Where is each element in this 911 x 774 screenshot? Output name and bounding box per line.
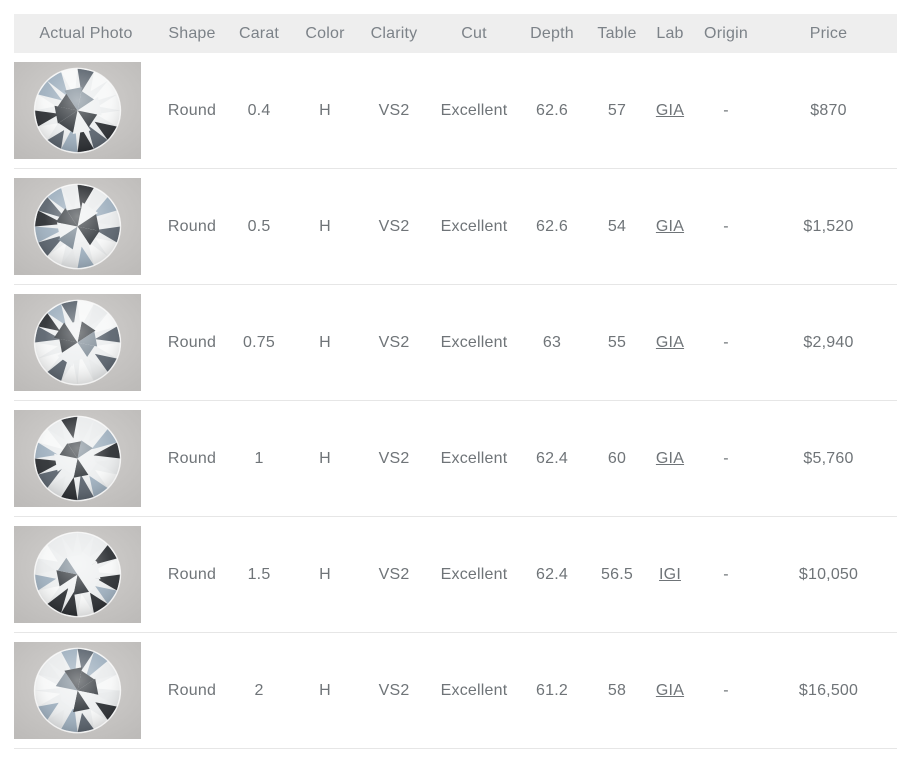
cell-clarity: VS2 xyxy=(358,633,430,749)
cell-cut: Excellent xyxy=(430,633,518,749)
column-header-photo: Actual Photo xyxy=(14,14,158,53)
cell-shape: Round xyxy=(158,401,226,517)
cell-shape: Round xyxy=(158,169,226,285)
lab-certificate-link[interactable]: GIA xyxy=(656,102,684,119)
cell-origin: - xyxy=(692,401,760,517)
cell-depth: 62.4 xyxy=(518,401,586,517)
cell-color: H xyxy=(292,517,358,633)
cell-photo[interactable] xyxy=(14,517,158,633)
cell-photo[interactable] xyxy=(14,401,158,517)
diamond-photo-thumbnail[interactable] xyxy=(14,178,141,275)
column-header-lab: Lab xyxy=(648,14,692,53)
diamond-photo-thumbnail[interactable] xyxy=(14,526,141,623)
cell-cut: Excellent xyxy=(430,169,518,285)
table-header: Actual Photo Shape Carat Color Clarity C… xyxy=(14,14,897,53)
cell-color: H xyxy=(292,401,358,517)
table-row[interactable]: Round1.5HVS2Excellent62.456.5 IGI-$10,050 xyxy=(14,517,897,633)
cell-price: $10,050 xyxy=(760,517,897,633)
diamond-photo-thumbnail[interactable] xyxy=(14,294,141,391)
column-header-color: Color xyxy=(292,14,358,53)
lab-certificate-link[interactable]: GIA xyxy=(656,682,684,699)
cell-photo[interactable] xyxy=(14,169,158,285)
header-row: Actual Photo Shape Carat Color Clarity C… xyxy=(14,14,897,53)
cell-depth: 62.6 xyxy=(518,53,586,169)
column-header-clarity: Clarity xyxy=(358,14,430,53)
cell-table: 60 xyxy=(586,401,648,517)
cell-price: $16,500 xyxy=(760,633,897,749)
table-row[interactable]: Round1HVS2Excellent62.460 GIA-$5,760 xyxy=(14,401,897,517)
cell-price: $5,760 xyxy=(760,401,897,517)
column-header-table: Table xyxy=(586,14,648,53)
cell-shape: Round xyxy=(158,285,226,401)
table-row[interactable]: Round0.5HVS2Excellent62.654 GIA-$1,520 xyxy=(14,169,897,285)
cell-photo[interactable] xyxy=(14,633,158,749)
cell-carat: 2 xyxy=(226,633,292,749)
cell-clarity: VS2 xyxy=(358,517,430,633)
cell-shape: Round xyxy=(158,53,226,169)
cell-carat: 0.75 xyxy=(226,285,292,401)
column-header-cut: Cut xyxy=(430,14,518,53)
cell-price: $2,940 xyxy=(760,285,897,401)
table-row[interactable]: Round0.4HVS2Excellent62.657 GIA-$870 xyxy=(14,53,897,169)
cell-color: H xyxy=(292,53,358,169)
cell-origin: - xyxy=(692,633,760,749)
cell-photo[interactable] xyxy=(14,53,158,169)
cell-origin: - xyxy=(692,169,760,285)
cell-lab[interactable]: GIA xyxy=(648,401,692,517)
cell-lab[interactable]: GIA xyxy=(648,285,692,401)
cell-shape: Round xyxy=(158,633,226,749)
cell-lab[interactable]: GIA xyxy=(648,53,692,169)
cell-depth: 62.4 xyxy=(518,517,586,633)
cell-color: H xyxy=(292,285,358,401)
cell-clarity: VS2 xyxy=(358,169,430,285)
diamond-photo-thumbnail[interactable] xyxy=(14,642,141,739)
cell-lab[interactable]: GIA xyxy=(648,633,692,749)
cell-carat: 1 xyxy=(226,401,292,517)
column-header-price: Price xyxy=(760,14,897,53)
column-header-origin: Origin xyxy=(692,14,760,53)
cell-clarity: VS2 xyxy=(358,285,430,401)
cell-cut: Excellent xyxy=(430,517,518,633)
cell-carat: 0.4 xyxy=(226,53,292,169)
cell-table: 56.5 xyxy=(586,517,648,633)
cell-depth: 62.6 xyxy=(518,169,586,285)
cell-clarity: VS2 xyxy=(358,53,430,169)
column-header-carat: Carat xyxy=(226,14,292,53)
cell-shape: Round xyxy=(158,517,226,633)
cell-lab[interactable]: GIA xyxy=(648,169,692,285)
cell-cut: Excellent xyxy=(430,53,518,169)
table-row[interactable]: Round2HVS2Excellent61.258 GIA-$16,500 xyxy=(14,633,897,749)
cell-table: 57 xyxy=(586,53,648,169)
cell-carat: 0.5 xyxy=(226,169,292,285)
cell-depth: 61.2 xyxy=(518,633,586,749)
table-body: Round0.4HVS2Excellent62.657GIA-$870 Roun… xyxy=(14,53,897,749)
diamond-comparison-table: Actual Photo Shape Carat Color Clarity C… xyxy=(14,14,897,749)
lab-certificate-link[interactable]: GIA xyxy=(656,334,684,351)
cell-table: 55 xyxy=(586,285,648,401)
diamond-photo-thumbnail[interactable] xyxy=(14,410,141,507)
cell-clarity: VS2 xyxy=(358,401,430,517)
column-header-depth: Depth xyxy=(518,14,586,53)
cell-origin: - xyxy=(692,53,760,169)
table-row[interactable]: Round0.75HVS2Excellent6355 GIA-$2,940 xyxy=(14,285,897,401)
cell-photo[interactable] xyxy=(14,285,158,401)
cell-origin: - xyxy=(692,517,760,633)
diamond-photo-thumbnail[interactable] xyxy=(14,62,141,159)
cell-cut: Excellent xyxy=(430,401,518,517)
cell-table: 54 xyxy=(586,169,648,285)
column-header-shape: Shape xyxy=(158,14,226,53)
cell-cut: Excellent xyxy=(430,285,518,401)
cell-color: H xyxy=(292,169,358,285)
cell-color: H xyxy=(292,633,358,749)
cell-origin: - xyxy=(692,285,760,401)
lab-certificate-link[interactable]: GIA xyxy=(656,450,684,467)
cell-price: $870 xyxy=(760,53,897,169)
cell-carat: 1.5 xyxy=(226,517,292,633)
lab-certificate-link[interactable]: GIA xyxy=(656,218,684,235)
cell-price: $1,520 xyxy=(760,169,897,285)
cell-table: 58 xyxy=(586,633,648,749)
cell-lab[interactable]: IGI xyxy=(648,517,692,633)
cell-depth: 63 xyxy=(518,285,586,401)
lab-certificate-link[interactable]: IGI xyxy=(659,566,681,583)
